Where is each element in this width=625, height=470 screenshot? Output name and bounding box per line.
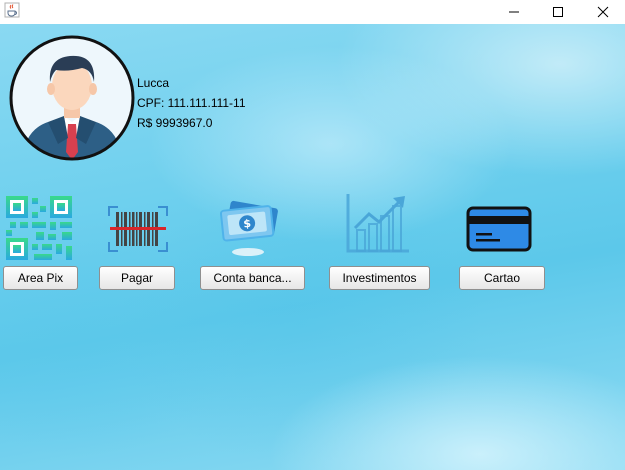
close-icon (597, 6, 609, 18)
close-button[interactable] (580, 0, 625, 24)
growth-chart-icon (345, 192, 411, 254)
pagar-button[interactable]: Pagar (99, 266, 175, 290)
qr-code-icon (6, 196, 72, 260)
user-cpf: CPF: 111.111.111-11 (137, 96, 246, 110)
credit-card-icon (466, 206, 532, 252)
money-bills-icon: $ (218, 194, 282, 258)
cartao-button[interactable]: Cartao (459, 266, 545, 290)
businessman-avatar-icon (8, 34, 136, 162)
conta-bancaria-button[interactable]: Conta banca... (200, 266, 305, 290)
java-cup-icon (4, 2, 20, 18)
barcode-scan-icon (108, 206, 168, 252)
maximize-button[interactable] (535, 0, 581, 24)
user-name: Lucca (137, 76, 170, 90)
area-pix-button[interactable]: Area Pix (3, 266, 78, 290)
minimize-icon (508, 6, 520, 18)
svg-text:$: $ (243, 217, 252, 231)
user-balance: R$ 9993967.0 (137, 116, 213, 130)
title-bar (0, 0, 625, 24)
investimentos-button[interactable]: Investimentos (329, 266, 430, 290)
minimize-button[interactable] (491, 0, 537, 24)
maximize-icon (552, 6, 564, 18)
